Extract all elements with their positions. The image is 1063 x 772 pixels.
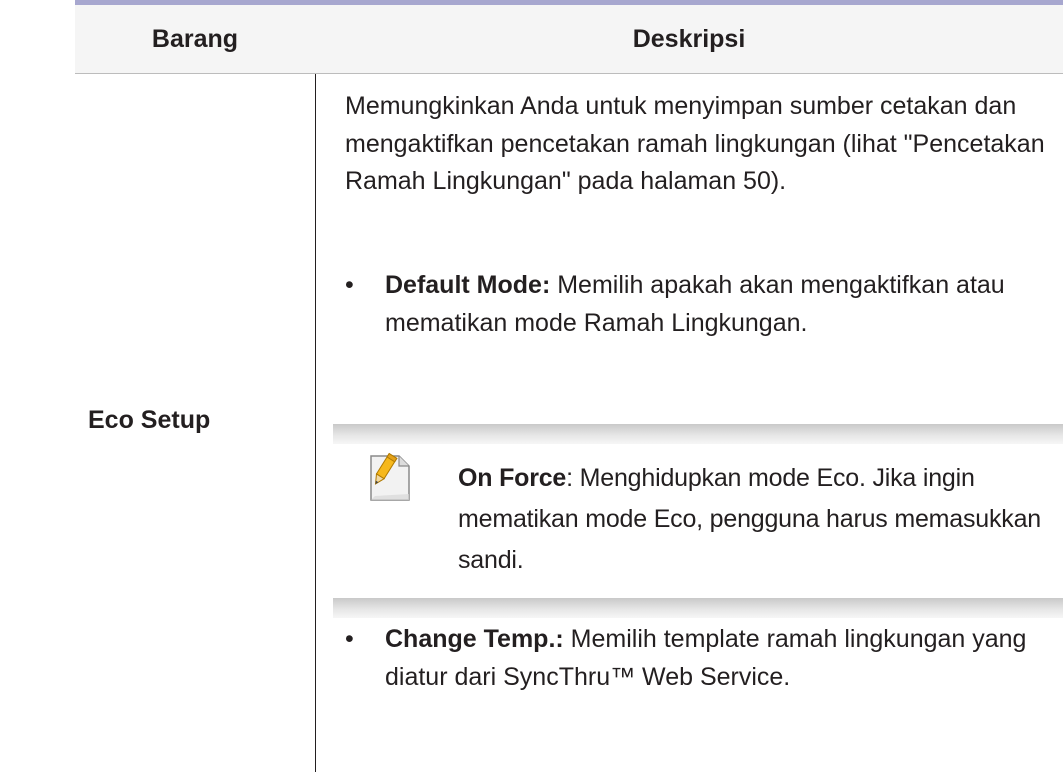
note-text: On Force: Menghidupkan mode Eco. Jika in… [458, 458, 1058, 581]
bullet-term: Default Mode: [385, 271, 551, 299]
header-item: Barang [151, 24, 239, 53]
description-text: Memungkinkan Anda untuk menyimpan sumber… [345, 92, 1045, 195]
bullet-text: Change Temp.: Memilih template ramah lin… [385, 621, 1045, 696]
note-pencil-icon [369, 452, 413, 502]
bullet-dot: • [345, 625, 354, 653]
bullet-default-mode: • Default Mode: Memilih apakah akan meng… [345, 267, 1045, 342]
item-name-eco-setup: Eco Setup [88, 406, 211, 434]
column-divider [315, 74, 316, 772]
note-top-bar [333, 424, 1063, 444]
note-term: On Force [458, 464, 567, 492]
bullet-text: Default Mode: Memilih apakah akan mengak… [385, 267, 1045, 342]
table-header-row: Barang Deskripsi [75, 5, 1063, 74]
bullet-dot: • [345, 271, 354, 299]
bullet-change-temp: • Change Temp.: Memilih template ramah l… [345, 621, 1045, 696]
header-description: Deskripsi [632, 24, 746, 53]
bullet-term: Change Temp.: [385, 625, 564, 653]
note-bottom-bar [333, 598, 1063, 618]
